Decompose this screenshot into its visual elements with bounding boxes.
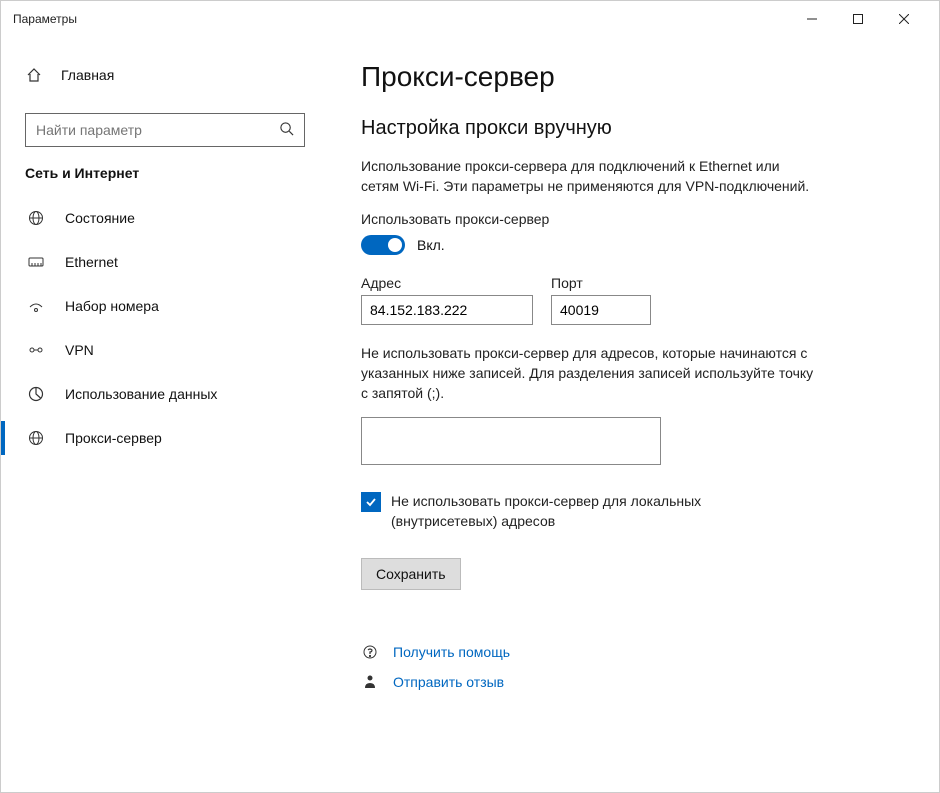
sidebar-item-label: Набор номера xyxy=(65,298,159,314)
feedback-link-row[interactable]: Отправить отзыв xyxy=(361,674,899,690)
page-title: Прокси-сервер xyxy=(361,61,899,93)
sidebar-item-proxy[interactable]: Прокси-сервер xyxy=(25,419,321,457)
sidebar-item-label: Использование данных xyxy=(65,386,217,402)
sidebar-home[interactable]: Главная xyxy=(25,55,321,95)
home-icon xyxy=(25,67,43,83)
address-label: Адрес xyxy=(361,275,533,291)
sidebar-item-datausage[interactable]: Использование данных xyxy=(25,375,321,413)
content-area: Прокси-сервер Настройка прокси вручную И… xyxy=(331,37,939,792)
section-description: Использование прокси-сервера для подключ… xyxy=(361,156,821,197)
maximize-icon xyxy=(853,14,863,24)
minimize-icon xyxy=(807,14,817,24)
address-input[interactable] xyxy=(361,295,533,325)
window-title: Параметры xyxy=(13,12,77,26)
use-proxy-toggle[interactable] xyxy=(361,235,405,255)
sidebar-item-label: Ethernet xyxy=(65,254,118,270)
vpn-icon xyxy=(27,342,45,358)
help-link-row[interactable]: Получить помощь xyxy=(361,644,899,660)
close-button[interactable] xyxy=(881,4,927,34)
sidebar-category: Сеть и Интернет xyxy=(25,165,321,181)
feedback-icon xyxy=(361,674,379,690)
sidebar-item-ethernet[interactable]: Ethernet xyxy=(25,243,321,281)
port-input[interactable] xyxy=(551,295,651,325)
search-icon xyxy=(279,121,294,140)
minimize-button[interactable] xyxy=(789,4,835,34)
bypass-local-checkbox[interactable] xyxy=(361,492,381,512)
sidebar-item-label: Состояние xyxy=(65,210,135,226)
close-icon xyxy=(899,14,909,24)
feedback-link-text: Отправить отзыв xyxy=(393,674,504,690)
search-input-container[interactable] xyxy=(25,113,305,147)
sidebar-home-label: Главная xyxy=(61,67,114,83)
exceptions-textarea[interactable] xyxy=(361,417,661,465)
exceptions-label: Не использовать прокси-сервер для адресо… xyxy=(361,343,821,404)
section-title: Настройка прокси вручную xyxy=(361,117,899,140)
sidebar: Главная Сеть и Интернет Состояние Ethern… xyxy=(1,37,331,792)
use-proxy-label: Использовать прокси-сервер xyxy=(361,211,899,227)
save-button[interactable]: Сохранить xyxy=(361,558,461,590)
help-link-text: Получить помощь xyxy=(393,644,510,660)
bypass-local-label: Не использовать прокси-сервер для локаль… xyxy=(391,492,801,531)
check-icon xyxy=(365,496,377,508)
sidebar-item-label: Прокси-сервер xyxy=(65,430,162,446)
sidebar-item-label: VPN xyxy=(65,342,94,358)
port-label: Порт xyxy=(551,275,651,291)
proxy-icon xyxy=(27,430,45,446)
toggle-state-label: Вкл. xyxy=(417,237,445,253)
dialup-icon xyxy=(27,298,45,314)
ethernet-icon xyxy=(27,254,45,270)
sidebar-item-dialup[interactable]: Набор номера xyxy=(25,287,321,325)
maximize-button[interactable] xyxy=(835,4,881,34)
globe-icon xyxy=(27,210,45,226)
titlebar: Параметры xyxy=(1,1,939,37)
sidebar-item-status[interactable]: Состояние xyxy=(25,199,321,237)
search-input[interactable] xyxy=(36,122,279,138)
sidebar-item-vpn[interactable]: VPN xyxy=(25,331,321,369)
help-icon xyxy=(361,644,379,660)
data-usage-icon xyxy=(27,386,45,402)
